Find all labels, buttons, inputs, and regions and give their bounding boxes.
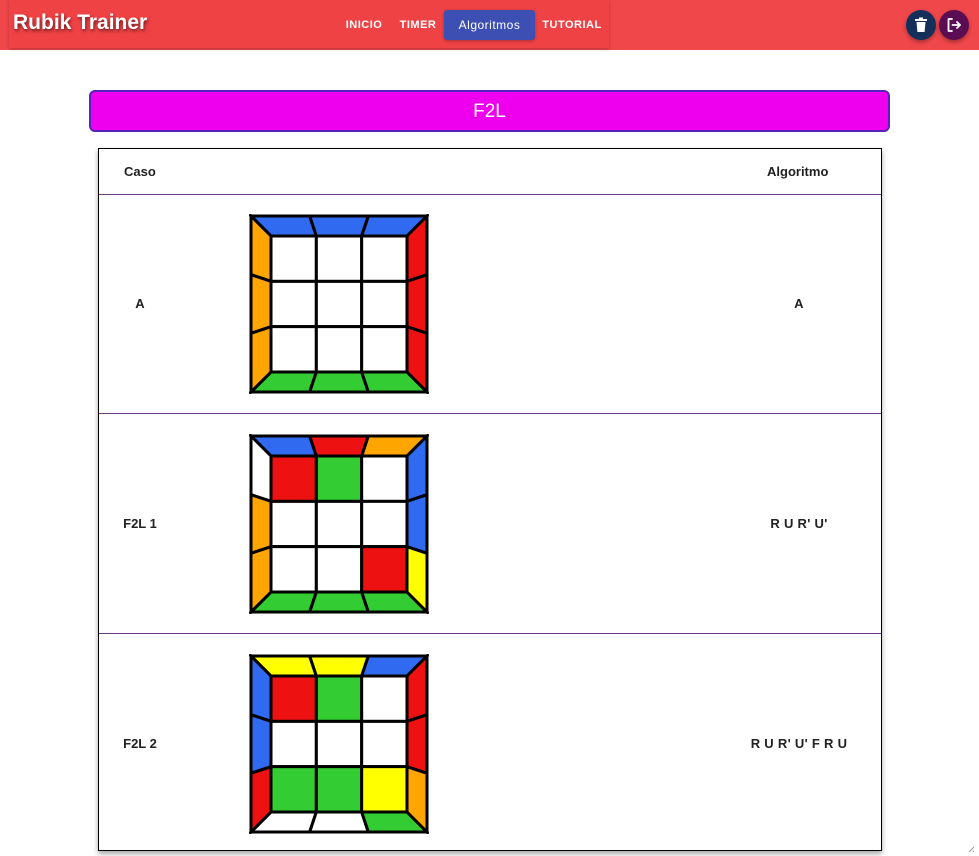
face-sticker	[360, 325, 409, 374]
bottom-sticker	[307, 810, 371, 834]
bottom-sticker	[307, 370, 371, 394]
face-sticker	[314, 279, 364, 329]
face-sticker	[314, 499, 364, 549]
face-sticker	[360, 719, 409, 769]
nav-item-algoritmos[interactable]: Algoritmos	[444, 10, 535, 40]
cube-diagram	[249, 214, 429, 394]
cube-diagram	[249, 654, 429, 834]
top-sticker	[307, 214, 371, 238]
face-sticker	[269, 719, 318, 769]
face-sticker	[314, 674, 364, 723]
right-sticker	[405, 492, 429, 556]
face-sticker	[314, 765, 364, 814]
face-sticker	[269, 454, 318, 503]
case-name: F2L 1	[123, 516, 157, 531]
algorithm-text: R U R' U' F R U	[750, 736, 848, 751]
case-name: A	[135, 296, 145, 311]
table-row: A A	[99, 194, 881, 414]
face-sticker	[314, 545, 364, 594]
top-sticker	[307, 654, 371, 678]
table-header: Caso Algoritmo	[99, 149, 881, 195]
delete-button[interactable]	[906, 10, 936, 40]
header-case: Caso	[124, 164, 156, 179]
left-sticker	[249, 272, 273, 336]
face-sticker	[269, 545, 318, 594]
header-algorithm: Algoritmo	[767, 164, 829, 179]
algorithm-text: A	[794, 296, 804, 311]
right-sticker	[405, 712, 429, 776]
logout-icon	[947, 18, 961, 32]
face-sticker	[314, 719, 364, 769]
top-sticker	[307, 434, 371, 458]
algorithms-table: Caso Algoritmo A A F2L 1 R U R' U' F2L 2…	[98, 148, 882, 851]
face-sticker	[269, 279, 318, 329]
face-sticker	[360, 674, 409, 723]
face-sticker	[360, 454, 409, 503]
left-sticker	[249, 712, 273, 776]
face-sticker	[360, 499, 409, 549]
face-sticker	[269, 765, 318, 814]
table-row: F2L 1 R U R' U'	[99, 414, 881, 634]
face-sticker	[360, 765, 409, 814]
cube-diagram	[249, 434, 429, 614]
top-app-bar: Rubik Trainer INICIO TIMER Algoritmos TU…	[0, 0, 979, 50]
case-name: F2L 2	[123, 736, 157, 751]
nav-item-inicio[interactable]: INICIO	[340, 10, 388, 40]
face-sticker	[314, 454, 364, 503]
trash-icon	[915, 17, 927, 32]
face-sticker	[269, 325, 318, 374]
face-sticker	[314, 234, 364, 283]
algorithm-text: R U R' U'	[770, 516, 828, 531]
face-sticker	[269, 499, 318, 549]
bottom-sticker	[307, 590, 371, 614]
nav-item-timer[interactable]: TIMER	[396, 10, 440, 40]
nav-item-tutorial[interactable]: TUTORIAL	[540, 10, 604, 40]
face-sticker	[360, 545, 409, 594]
app-title[interactable]: Rubik Trainer	[13, 11, 147, 35]
section-title: F2L	[89, 90, 890, 132]
resize-grip-icon	[968, 846, 974, 852]
table-row: F2L 2 R U R' U' F R U	[99, 634, 881, 853]
face-sticker	[314, 325, 364, 374]
logout-button[interactable]	[939, 10, 969, 40]
face-sticker	[360, 234, 409, 283]
face-sticker	[269, 674, 318, 723]
face-sticker	[269, 234, 318, 283]
face-sticker	[360, 279, 409, 329]
right-sticker	[405, 272, 429, 336]
left-sticker	[249, 492, 273, 556]
